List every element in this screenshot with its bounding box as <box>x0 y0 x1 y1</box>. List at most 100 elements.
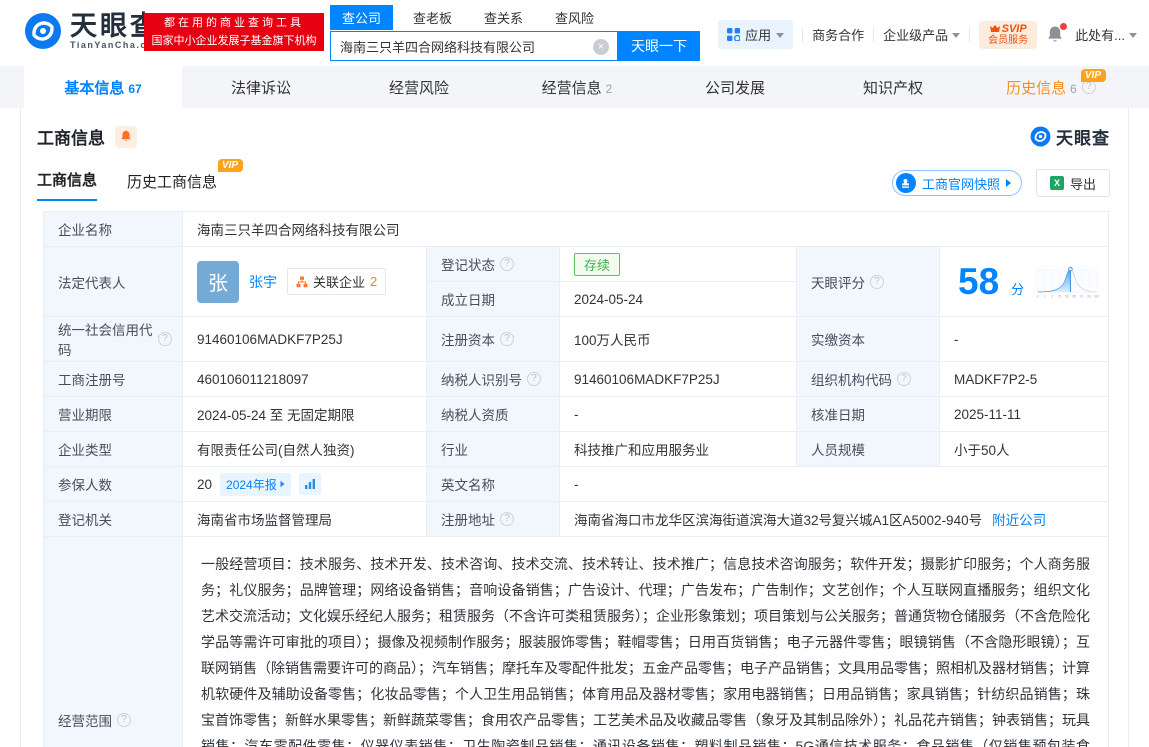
svip-member-button[interactable]: SVIP 会员服务 <box>979 21 1037 49</box>
svg-text:1: 1 <box>1044 294 1046 298</box>
business-scope-value: 一般经营项目：技术服务、技术开发、技术咨询、技术交流、技术转让、技术推广；信息技… <box>199 543 1092 747</box>
approval-date-value: 2025-11-11 <box>940 397 1109 432</box>
table-row: 参保人数 20 2024年报 <box>44 467 1109 502</box>
related-companies-badge[interactable]: 关联企业 2 <box>287 268 386 295</box>
tab-history-info-label: 历史信息 <box>1006 77 1066 98</box>
english-name-value: - <box>560 467 1109 502</box>
subtab-history-business-info[interactable]: VIP 历史工商信息 <box>127 171 217 201</box>
business-scope-cell: 一般经营项目：技术服务、技术开发、技术咨询、技术交流、技术转让、技术推广；信息技… <box>183 537 1109 747</box>
paid-capital-label: 实缴资本 <box>797 317 940 362</box>
notifications-button[interactable] <box>1046 25 1066 45</box>
legal-rep-label: 法定代表人 <box>44 247 183 317</box>
help-icon[interactable]: ? <box>897 372 911 386</box>
crown-icon <box>990 25 1000 33</box>
divider <box>969 28 970 42</box>
org-code-label: 组织机构代码? <box>797 362 940 397</box>
insured-history-chart-button[interactable] <box>299 473 321 495</box>
subscribe-bell-button[interactable] <box>115 126 137 148</box>
tab-intellectual-property[interactable]: 知识产权 <box>814 66 972 108</box>
user-account-menu[interactable]: 此处有... <box>1075 25 1137 44</box>
tab-company-development[interactable]: 公司发展 <box>656 66 814 108</box>
insured-count-cell: 20 2024年报 <box>183 467 427 502</box>
tab-operating-info[interactable]: 经营信息 2 <box>498 66 656 108</box>
taxpayer-qualification-value: - <box>560 397 797 432</box>
help-icon[interactable]: ? <box>158 332 172 346</box>
excel-icon: X <box>1050 176 1064 190</box>
legal-rep-cell: 张 张宇 关联企业 2 <box>183 247 427 317</box>
registry-authority-label: 登记机关 <box>44 502 183 537</box>
enterprise-products-link[interactable]: 企业级产品 <box>883 25 960 44</box>
user-account-label: 此处有... <box>1075 25 1125 44</box>
stamp-icon <box>896 173 916 193</box>
business-info-card: 工商信息 天眼查 工商信息 VIP 历史工商信息 <box>20 108 1129 747</box>
export-label: 导出 <box>1070 174 1096 193</box>
company-name-value: 海南三只羊四合网络科技有限公司 <box>183 212 1109 247</box>
svg-text:97: 97 <box>1080 294 1084 298</box>
search-tab-risk[interactable]: 查风险 <box>543 5 606 30</box>
vip-badge: VIP <box>1081 69 1106 82</box>
tab-history-info[interactable]: VIP 历史信息 6 ? <box>972 66 1130 108</box>
avatar[interactable]: 张 <box>197 261 239 303</box>
help-icon[interactable]: ? <box>1082 80 1096 94</box>
arrow-right-icon <box>1006 179 1011 187</box>
export-button[interactable]: X 导出 <box>1036 169 1110 197</box>
registered-address-label: 注册地址? <box>427 502 560 537</box>
help-icon[interactable]: ? <box>500 332 514 346</box>
legal-rep-name-link[interactable]: 张宇 <box>249 272 277 292</box>
table-row: 经营范围? 一般经营项目：技术服务、技术开发、技术咨询、技术交流、技术转让、技术… <box>44 537 1109 747</box>
official-snapshot-button[interactable]: 工商官网快照 <box>892 170 1022 196</box>
score-label: 天眼评分? <box>797 247 940 317</box>
score-cell: 58 分 <box>940 247 1109 317</box>
clear-search-icon[interactable]: × <box>593 39 609 55</box>
org-code-value: MADKF7P2-5 <box>940 362 1109 397</box>
search-tab-relation[interactable]: 查关系 <box>472 5 535 30</box>
tab-basic-info-label: 基本信息 <box>64 77 124 98</box>
nearby-companies-link[interactable]: 附近公司 <box>992 513 1046 528</box>
help-icon[interactable]: ? <box>870 275 884 289</box>
registration-number-value: 460106011218097 <box>183 362 427 397</box>
help-icon[interactable]: ? <box>117 713 131 727</box>
business-term-label: 营业期限 <box>44 397 183 432</box>
search-input[interactable] <box>331 32 581 60</box>
notification-dot <box>1060 23 1067 30</box>
search-tab-boss[interactable]: 查老板 <box>401 5 464 30</box>
business-cooperation-link[interactable]: 商务合作 <box>812 25 864 44</box>
top-header: 天眼查 TianYanCha.com 都在用的商业查询工具 国家中小企业发展子基… <box>0 0 1149 66</box>
help-icon[interactable]: ? <box>527 372 541 386</box>
svip-sublabel: 会员服务 <box>988 35 1028 47</box>
help-icon[interactable]: ? <box>500 257 514 271</box>
taxpayer-id-label: 纳税人识别号? <box>427 362 560 397</box>
search-area: 查公司 查老板 查关系 查风险 × 天眼一下 <box>330 5 700 61</box>
apps-menu-button[interactable]: 应用 <box>718 20 793 49</box>
search-tab-company[interactable]: 查公司 <box>330 5 393 30</box>
registered-address-value: 海南省海口市龙华区滨海街道滨海大道32号复兴城A1区A5002-940号 <box>574 513 982 528</box>
tab-legal-proceedings[interactable]: 法律诉讼 <box>182 66 340 108</box>
paid-capital-value: - <box>940 317 1109 362</box>
bell-icon <box>120 130 132 143</box>
subtab-business-info[interactable]: 工商信息 <box>37 169 97 201</box>
annual-report-badge[interactable]: 2024年报 <box>220 473 291 496</box>
score-distribution-chart: 0 1 3 15 50 85 97 99 100 <box>1034 253 1100 311</box>
business-info-table: 企业名称 海南三只羊四合网络科技有限公司 法定代表人 张 张宇 <box>43 211 1109 747</box>
apps-grid-icon <box>727 28 740 41</box>
bar-chart-icon <box>304 478 316 490</box>
search-button[interactable]: 天眼一下 <box>618 31 700 61</box>
company-type-label: 企业类型 <box>44 432 183 467</box>
tianyancha-logo-icon <box>24 12 62 50</box>
staff-size-value: 小于50人 <box>940 432 1109 467</box>
help-icon[interactable]: ? <box>500 512 514 526</box>
tab-operating-risk[interactable]: 经营风险 <box>340 66 498 108</box>
table-row: 企业类型 有限责任公司(自然人独资) 行业 科技推广和应用服务业 人员规模 小于… <box>44 432 1109 467</box>
related-companies-label: 关联企业 <box>313 272 365 291</box>
registered-capital-value: 100万人民币 <box>560 317 797 362</box>
chevron-down-icon <box>1129 33 1137 38</box>
business-term-value: 2024-05-24 至 无固定期限 <box>183 397 427 432</box>
credit-code-label: 统一社会信用代码? <box>44 317 183 362</box>
tianyancha-logo[interactable]: 天眼查 TianYanCha.com <box>24 12 163 50</box>
table-row: 工商注册号 460106011218097 纳税人识别号? 91460106MA… <box>44 362 1109 397</box>
section-title: 工商信息 <box>37 124 105 149</box>
tab-basic-info[interactable]: 基本信息 67 <box>24 66 182 108</box>
chevron-down-icon <box>776 33 784 38</box>
svg-text:85: 85 <box>1073 294 1077 298</box>
svg-text:50: 50 <box>1065 294 1069 298</box>
